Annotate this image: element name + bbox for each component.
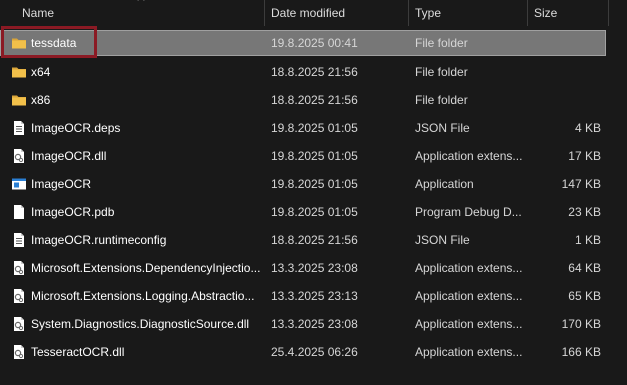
file-row[interactable]: ImageOCR.pdb 19.8.2025 01:05 Program Debug… [0,198,627,226]
dll-file-icon [11,260,27,276]
blank-file-icon [11,204,27,220]
dll-file-icon [11,316,27,332]
column-header-type[interactable]: Type [409,0,527,26]
file-type: File folder [415,93,468,107]
file-type: Application extens... [415,345,523,359]
file-date-modified: 13.3.2025 23:08 [271,261,358,275]
dll-file-icon [11,288,27,304]
file-date-modified: 13.3.2025 23:13 [271,289,358,303]
file-row[interactable]: ImageOCR.deps 19.8.2025 01:05 JSON File 4 K… [0,114,627,142]
file-date-modified: 19.8.2025 01:05 [271,205,358,219]
file-date-modified: 13.3.2025 23:08 [271,317,358,331]
file-date-modified: 25.4.2025 06:26 [271,345,358,359]
file-list: tessdata 19.8.2025 00:41 File folder x64 18.… [0,30,627,366]
file-row[interactable]: ImageOCR.dll 19.8.2025 01:05 Application e… [0,142,627,170]
dll-file-icon [11,344,27,360]
file-name: ImageOCR.dll [31,149,107,163]
file-row[interactable]: System.Diagnostics.DiagnosticSource.dll 1… [0,310,627,338]
file-type: JSON File [415,233,470,247]
file-date-modified: 19.8.2025 01:05 [271,121,358,135]
file-size [530,86,601,114]
file-size: 170 KB [561,317,601,331]
file-row[interactable]: x64 18.8.2025 21:56 File folder [0,58,627,86]
file-row[interactable]: ImageOCR.runtimeconfig 18.8.2025 21:56 JSO… [0,226,627,254]
file-date-modified: 18.8.2025 21:56 [271,65,358,79]
file-name: TesseractOCR.dll [31,345,125,359]
file-name: ImageOCR [31,177,92,191]
column-divider[interactable] [608,0,609,26]
file-size: 64 KB [568,261,601,275]
file-name: x64 [31,65,51,79]
file-name: ImageOCR.pdb [31,205,115,219]
column-header-bar: Name Date modified Type Size [0,0,627,26]
file-row[interactable]: TesseractOCR.dll 25.4.2025 06:26 Applicati… [0,338,627,366]
file-name: System.Diagnostics.DiagnosticSource.dll [31,317,250,331]
file-type: Program Debug D... [415,205,522,219]
folder-icon [11,92,27,108]
file-type: Application [415,177,474,191]
file-size [530,30,601,56]
json-file-icon [11,120,27,136]
file-explorer-window: Name Date modified Type Size tessdata 19.… [0,0,627,385]
file-row[interactable]: ImageOCR 19.8.2025 01:05 Application 147 KB [0,170,627,198]
file-size [530,58,601,86]
file-size: 166 KB [561,345,601,359]
file-date-modified: 19.8.2025 01:05 [271,177,358,191]
file-name: x86 [31,93,51,107]
file-type: File folder [415,65,468,79]
file-name: ImageOCR.runtimeconfig [31,233,167,247]
file-date-modified: 19.8.2025 01:05 [271,149,358,163]
file-type: Application extens... [415,317,523,331]
dll-file-icon [11,148,27,164]
file-size: 65 KB [568,289,601,303]
json-file-icon [11,232,27,248]
file-type: File folder [415,36,468,50]
file-type: Application extens... [415,261,523,275]
file-size: 4 KB [574,121,601,135]
file-row[interactable]: Microsoft.Extensions.Logging.Abstractio.… [0,282,627,310]
file-date-modified: 18.8.2025 21:56 [271,93,358,107]
file-size: 23 KB [568,205,601,219]
file-name: Microsoft.Extensions.Logging.Abstractio.… [31,289,255,303]
file-type: JSON File [415,121,470,135]
file-size: 17 KB [568,149,601,163]
file-type: Application extens... [415,289,523,303]
file-row-selected[interactable]: tessdata 19.8.2025 00:41 File folder [0,30,627,58]
folder-icon [11,35,27,51]
column-header-name[interactable]: Name [16,0,264,26]
file-size: 1 KB [574,233,601,247]
file-row[interactable]: Microsoft.Extensions.DependencyInjectio.… [0,254,627,282]
file-name: Microsoft.Extensions.DependencyInjectio.… [31,261,261,275]
file-date-modified: 18.8.2025 21:56 [271,233,358,247]
file-size: 147 KB [561,177,601,191]
file-name: ImageOCR.deps [31,121,121,135]
file-date-modified: 19.8.2025 00:41 [271,36,358,50]
column-header-size[interactable]: Size [528,0,608,26]
folder-icon [11,64,27,80]
file-type: Application extens... [415,149,523,163]
application-icon [11,176,27,192]
file-row[interactable]: x86 18.8.2025 21:56 File folder [0,86,627,114]
column-header-date-modified[interactable]: Date modified [265,0,408,26]
file-name: tessdata [31,36,77,50]
